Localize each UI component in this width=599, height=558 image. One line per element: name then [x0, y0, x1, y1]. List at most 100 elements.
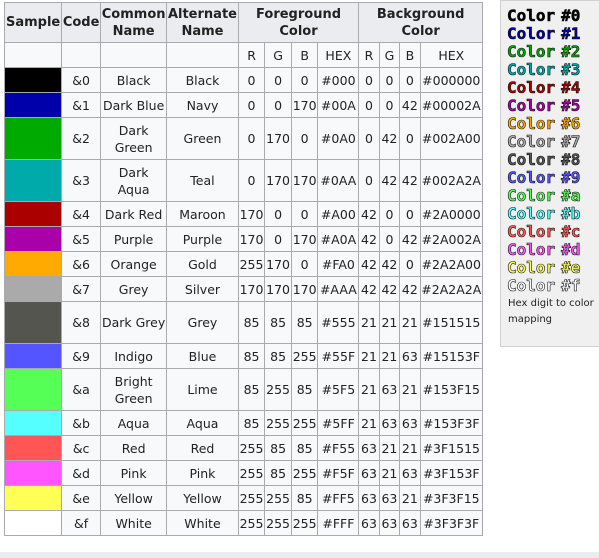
bg-r-cell: 42 — [358, 201, 380, 227]
alternate-name-cell: Aqua — [166, 410, 239, 436]
fg-r-cell: 255 — [237, 510, 266, 536]
fg-r-cell: 255 — [237, 251, 266, 277]
fg-r-cell: 255 — [237, 485, 266, 511]
color-code-table: Sample Code Common Name Alternate Name F… — [3, 2, 484, 536]
table-row: &e Yellow Yellow 255 255 85 #FF5 63 63 21 #3F3F15 — [3, 485, 484, 511]
bg-r-cell: 21 — [358, 343, 380, 369]
code-cell: &3 — [61, 159, 102, 202]
fg-b-cell: 0 — [290, 201, 319, 227]
common-name-cell: Black — [100, 67, 168, 93]
header-blank — [166, 42, 239, 68]
code-cell: &9 — [61, 343, 102, 369]
bg-g-cell: 42 — [378, 159, 401, 202]
color-swatch — [3, 460, 63, 486]
fg-g-cell: 85 — [264, 301, 292, 344]
color-swatch — [3, 301, 63, 344]
code-cell: &b — [61, 410, 102, 436]
bg-b-cell: 42 — [399, 92, 421, 118]
common-name-cell: White — [100, 510, 168, 536]
table-row: &d Pink Pink 255 85 255 #F5F 63 21 63 #3F153F — [3, 460, 484, 486]
fg-hex-cell: #0A0 — [317, 117, 360, 160]
fg-r-cell: 170 — [237, 226, 266, 252]
color-swatch — [3, 92, 63, 118]
color-code-preview-line: Color #c — [507, 222, 580, 241]
alternate-name-cell: Yellow — [166, 485, 239, 511]
color-swatch — [3, 117, 63, 160]
header-blank — [61, 42, 102, 68]
bg-g-cell: 0 — [378, 201, 401, 227]
header-fg-g: G — [264, 42, 292, 68]
fg-r-cell: 85 — [237, 368, 266, 411]
bg-hex-cell: #002A00 — [419, 117, 484, 160]
header-row-sub: R G B HEX R G B HEX — [3, 42, 484, 68]
bg-r-cell: 63 — [358, 435, 380, 461]
code-cell: &e — [61, 485, 102, 511]
color-swatch — [3, 226, 63, 252]
header-row-top: Sample Code Common Name Alternate Name F… — [3, 2, 483, 43]
fg-r-cell: 0 — [237, 92, 266, 118]
header-fg-hex: HEX — [317, 42, 360, 68]
bg-r-cell: 0 — [358, 117, 380, 160]
header-sample: Sample — [3, 2, 63, 43]
code-cell: &c — [61, 435, 102, 461]
bg-g-cell: 42 — [378, 251, 401, 277]
fg-hex-cell: #555 — [317, 301, 360, 344]
color-code-preview-line: Color #5 — [507, 96, 580, 115]
bg-g-cell: 21 — [378, 343, 401, 369]
code-cell: &f — [61, 510, 102, 536]
fg-g-cell: 255 — [264, 510, 292, 536]
common-name-cell: Indigo — [100, 343, 168, 369]
fg-hex-cell: #000 — [317, 67, 360, 93]
bg-g-cell: 63 — [378, 368, 401, 411]
common-name-cell: Dark Green — [100, 117, 168, 160]
fg-g-cell: 85 — [264, 435, 292, 461]
fg-hex-cell: #FF5 — [317, 485, 360, 511]
table-row: &8 Dark Grey Grey 85 85 85 #555 21 21 21 #151515 — [3, 301, 484, 344]
code-cell: &2 — [61, 117, 102, 160]
header-bg-g: G — [378, 42, 401, 68]
header-background-color: Background Color — [358, 2, 483, 43]
common-name-cell: Purple — [100, 226, 168, 252]
color-swatch — [3, 368, 63, 411]
bg-b-cell: 21 — [399, 301, 421, 344]
fg-r-cell: 85 — [237, 343, 266, 369]
code-cell: &d — [61, 460, 102, 486]
bg-b-cell: 63 — [399, 460, 421, 486]
alternate-name-cell: Purple — [166, 226, 239, 252]
fg-b-cell: 255 — [290, 410, 319, 436]
color-swatch — [3, 201, 63, 227]
color-code-preview-line: Color #f — [507, 276, 580, 294]
bg-hex-cell: #2A002A — [419, 226, 484, 252]
color-code-preview-image: Color #0Color #1Color #2Color #3Color #4Color… — [507, 6, 581, 294]
common-name-cell: Pink — [100, 460, 168, 486]
table-row: &f White White 255 255 255 #FFF 63 63 63 #3F3F3F — [3, 510, 484, 536]
bg-hex-cell: #3F3F15 — [419, 485, 484, 511]
color-code-preview-line: Color #b — [507, 204, 580, 223]
alternate-name-cell: Pink — [166, 460, 239, 486]
bg-hex-cell: #15153F — [419, 343, 484, 369]
bg-g-cell: 21 — [378, 301, 401, 344]
header-bg-b: B — [399, 42, 421, 68]
bg-hex-cell: #153F15 — [419, 368, 484, 411]
color-swatch — [3, 435, 63, 461]
bg-r-cell: 63 — [358, 460, 380, 486]
header-common-name: Common Name — [100, 2, 168, 43]
code-cell: &8 — [61, 301, 102, 344]
common-name-cell: Dark Red — [100, 201, 168, 227]
fg-b-cell: 170 — [290, 226, 319, 252]
bg-b-cell: 63 — [399, 410, 421, 436]
bg-hex-cell: #002A2A — [419, 159, 484, 202]
fg-hex-cell: #AAA — [317, 276, 360, 302]
fg-r-cell: 170 — [237, 276, 266, 302]
color-swatch — [3, 276, 63, 302]
fg-g-cell: 0 — [264, 92, 292, 118]
fg-b-cell: 0 — [290, 251, 319, 277]
table-row: &7 Grey Silver 170 170 170 #AAA 42 42 42 #2A2A2A — [3, 276, 484, 302]
bg-g-cell: 63 — [378, 485, 401, 511]
bg-g-cell: 0 — [378, 226, 401, 252]
fg-b-cell: 170 — [290, 159, 319, 202]
bg-b-cell: 63 — [399, 343, 421, 369]
header-fg-b: B — [290, 42, 319, 68]
alternate-name-cell: Lime — [166, 368, 239, 411]
color-swatch — [3, 510, 63, 536]
